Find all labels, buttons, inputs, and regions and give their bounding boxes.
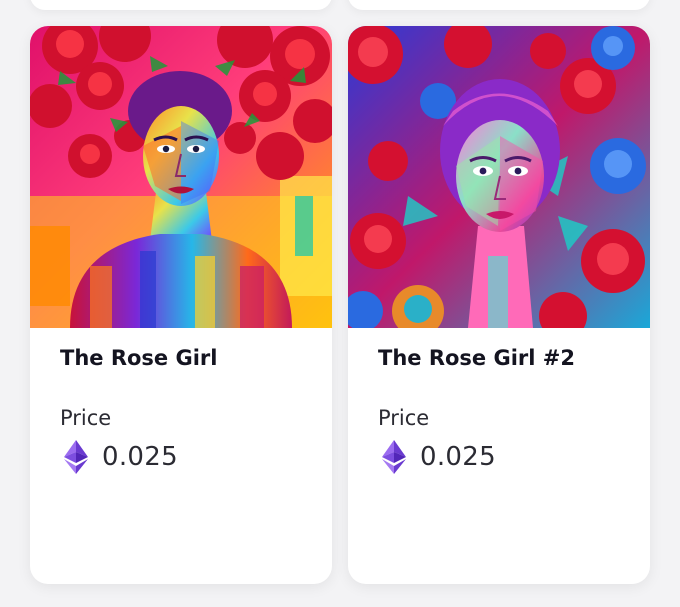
- price-row: 0.025: [60, 440, 178, 474]
- price-label: Price: [378, 406, 430, 430]
- card-above-right[interactable]: [348, 0, 650, 10]
- price-row: 0.025: [378, 440, 496, 474]
- price-value: 0.025: [420, 442, 496, 472]
- nft-card[interactable]: The Rose Girl #2 Price 0.025: [348, 26, 650, 584]
- nft-title[interactable]: The Rose Girl #2: [378, 346, 575, 370]
- ethereum-icon: [64, 440, 88, 474]
- rose-girl-artwork: [30, 26, 332, 328]
- nft-artwork-image[interactable]: [348, 26, 650, 328]
- nft-title[interactable]: The Rose Girl: [60, 346, 217, 370]
- nft-artwork-image[interactable]: [30, 26, 332, 328]
- price-value: 0.025: [102, 442, 178, 472]
- rose-girl-2-artwork: [348, 26, 650, 328]
- nft-card[interactable]: The Rose Girl Price 0.025: [30, 26, 332, 584]
- card-above-left[interactable]: [30, 0, 332, 10]
- price-label: Price: [60, 406, 112, 430]
- ethereum-icon: [382, 440, 406, 474]
- nft-grid: The Rose Girl Price 0.025 The Rose Girl …: [0, 0, 680, 607]
